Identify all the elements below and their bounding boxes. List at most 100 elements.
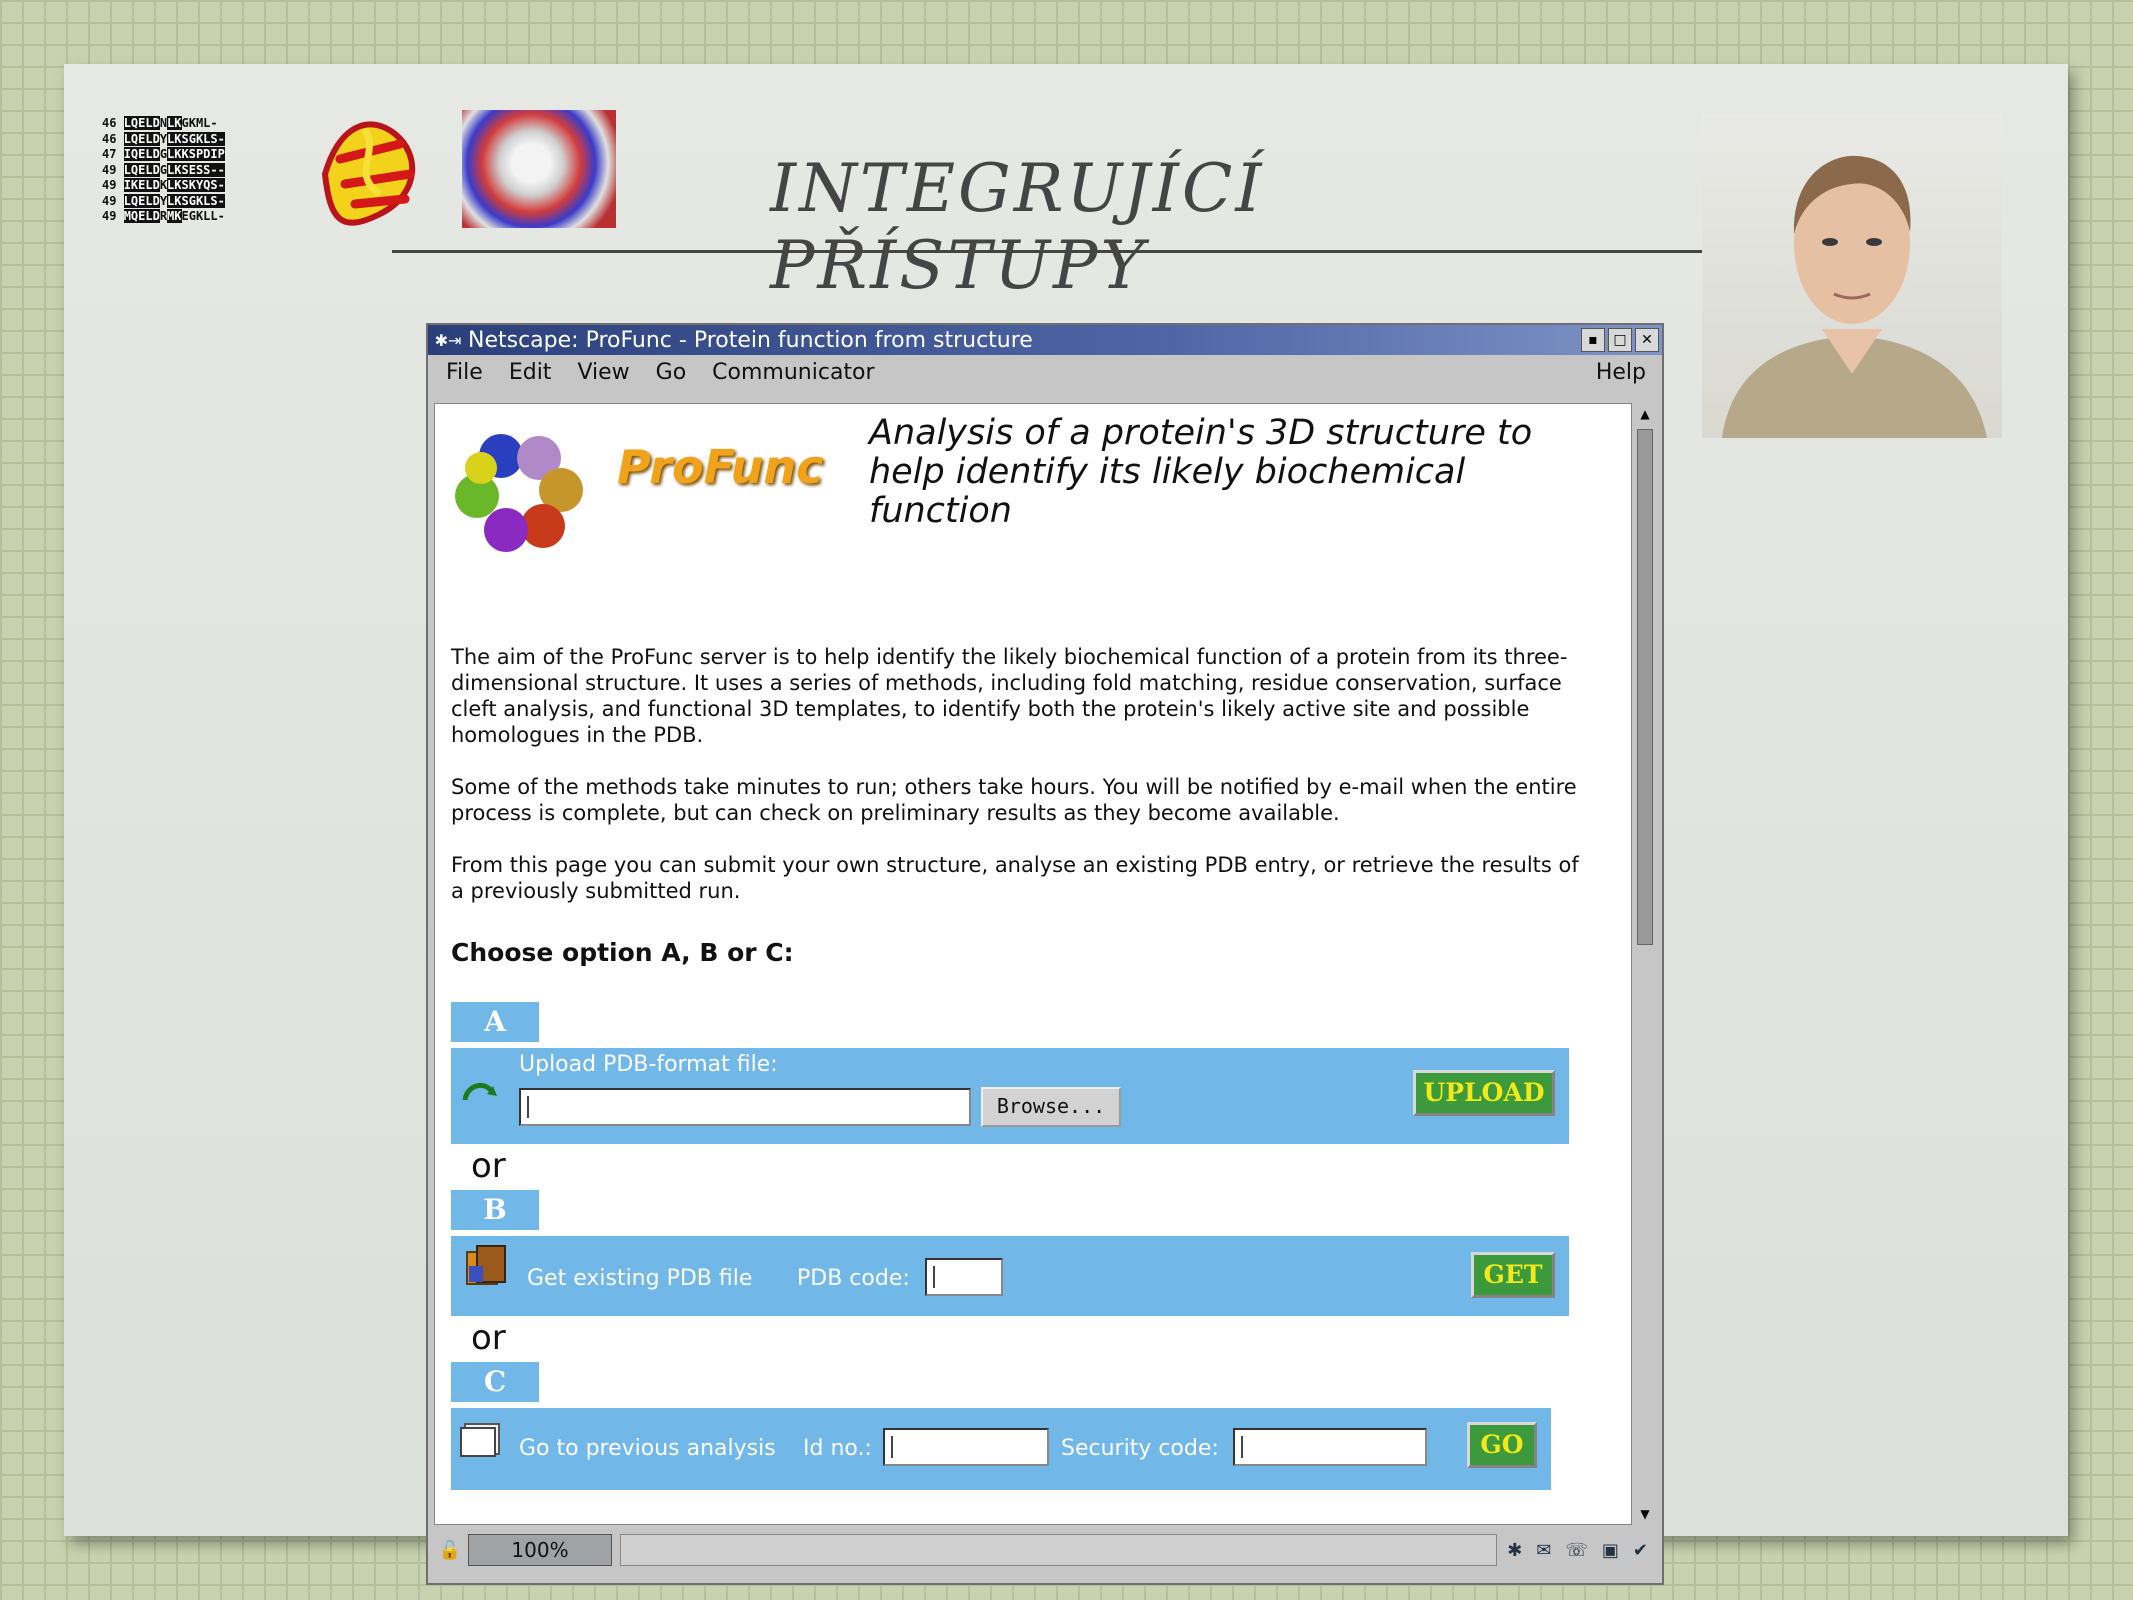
sequence-segment: K (159, 178, 168, 192)
window-title: Netscape: ProFunc - Protein function fro… (468, 327, 1033, 353)
navigator-icon[interactable]: ✱ (1507, 1540, 1522, 1561)
protein-surface-image (462, 110, 616, 228)
document-icon (460, 1423, 500, 1457)
sequence-position: 47 (102, 147, 124, 161)
close-button[interactable]: ✕ (1635, 328, 1659, 352)
sequence-segment: LQELD (123, 116, 160, 130)
option-b-label: B (451, 1190, 539, 1230)
sequence-segment: G (159, 147, 168, 161)
mail-icon[interactable]: ✉ (1536, 1540, 1551, 1561)
sequence-segment: KML- (188, 116, 218, 130)
intro-paragraph-3: From this page you can submit your own s… (451, 853, 1579, 903)
option-c-label: C (451, 1362, 539, 1402)
go-button[interactable]: GO (1467, 1422, 1537, 1468)
menu-communicator[interactable]: Communicator (712, 360, 874, 385)
security-lock-icon[interactable]: 🔓 (432, 1540, 468, 1561)
id-no-label: Id no.: (803, 1436, 872, 1461)
check-icon[interactable]: ✔ (1633, 1540, 1648, 1561)
sequence-row: 49 MQELDRMKEGKLL- (102, 209, 292, 225)
sequence-position: 46 (102, 116, 124, 130)
scroll-down-arrow-icon[interactable]: ▼ (1636, 1505, 1654, 1523)
scrollbar-thumb[interactable] (1637, 429, 1653, 945)
sequence-row: 47 IQELDGLKKSPDIP (102, 147, 292, 163)
protein-ribbon-image (321, 121, 416, 226)
sequence-row: 46 LQELDNLKGKML- (102, 116, 292, 132)
sequence-segment: IKELD (123, 178, 160, 192)
sequence-segment: LKSGKLS- (167, 193, 225, 208)
sequence-segment: G (181, 116, 189, 130)
choose-option-heading: Choose option A, B or C: (451, 938, 794, 967)
sequence-row: 49 IKELDKLKSKYQS- (102, 178, 292, 194)
menu-file[interactable]: File (446, 360, 483, 385)
scroll-up-arrow-icon[interactable]: ▲ (1636, 405, 1654, 423)
sequence-row: 49 LQELDGLKSESS-- (102, 162, 292, 179)
sequence-segment: LQELD (123, 162, 160, 177)
vertical-scrollbar[interactable]: ▲ ▼ (1634, 403, 1656, 1525)
sequence-position: 49 (102, 209, 124, 223)
upload-button[interactable]: UPLOAD (1413, 1070, 1555, 1116)
sequence-row: 49 LQELDYLKSGKLS- (102, 193, 292, 210)
option-b-panel: Get existing PDB file PDB code: GET (451, 1236, 1569, 1316)
presenter-photo (1702, 114, 2002, 438)
sequence-alignment-image: 46 LQELDNLKGKML- 46 LQELDYLKSGKLS- 47 IQEL… (102, 116, 292, 225)
menu-help[interactable]: Help (1596, 360, 1646, 385)
sequence-segment: MK (167, 209, 182, 223)
browse-button[interactable]: Browse... (981, 1087, 1121, 1127)
sequence-segment: LKKSPDIP (167, 147, 225, 161)
id-no-input[interactable] (883, 1428, 1049, 1466)
upload-arrow-icon (462, 1083, 497, 1101)
menu-go[interactable]: Go (656, 360, 687, 385)
component-bar: ✱ ✉ ☏ ▣ ✔ (1497, 1540, 1658, 1561)
security-code-label: Security code: (1061, 1436, 1219, 1461)
page-tagline: Analysis of a protein's 3D structure to … (869, 413, 1533, 531)
option-a-label: A (451, 1002, 539, 1042)
title-underline (392, 250, 1702, 253)
intro-paragraph-2: Some of the methods take minutes to run;… (451, 775, 1577, 825)
pdb-code-label: PDB code: (797, 1266, 910, 1291)
sequence-segment: LQELD (123, 193, 160, 208)
status-bar: 🔓 100% ✱ ✉ ☏ ▣ ✔ (432, 1531, 1658, 1569)
sequence-segment: Y (159, 131, 168, 146)
sequence-segment: LKSESS-- (167, 162, 225, 177)
pdb-code-input[interactable] (925, 1258, 1003, 1296)
sequence-position: 49 (102, 178, 124, 192)
sequence-position: 46 (102, 131, 124, 146)
folder-icon (466, 1245, 506, 1285)
get-button[interactable]: GET (1471, 1252, 1555, 1298)
intro-paragraph-1: The aim of the ProFunc server is to help… (451, 645, 1568, 747)
previous-analysis-prompt: Go to previous analysis (519, 1436, 776, 1461)
profunc-brand: ProFunc (617, 440, 824, 494)
sequence-segment: LK (167, 116, 182, 130)
window-menu-icon[interactable]: ✱⇥ (428, 331, 468, 350)
option-a-panel: Upload PDB-format file: Browse... UPLOAD (451, 1048, 1569, 1144)
sequence-segment: IQELD (123, 147, 160, 161)
window-titlebar[interactable]: ✱⇥ Netscape: ProFunc - Protein function … (428, 325, 1662, 355)
or-separator-1: or (471, 1146, 506, 1186)
status-message-area (620, 1534, 1498, 1566)
sequence-segment: LQELD (123, 131, 160, 146)
upload-file-input[interactable] (519, 1088, 971, 1126)
sequence-segment: LKSKYQS- (167, 178, 225, 192)
sequence-position: 49 (102, 162, 124, 177)
sequence-segment: N (159, 116, 168, 130)
menu-bar: File Edit View Go Communicator Help (428, 355, 1662, 389)
maximize-button[interactable]: □ (1608, 328, 1632, 352)
option-c-panel: Go to previous analysis Id no.: Security… (451, 1408, 1551, 1490)
minimize-button[interactable]: ▪ (1581, 328, 1605, 352)
sequence-segment: MQELD (123, 209, 160, 223)
sequence-segment: G (159, 162, 168, 177)
composer-icon[interactable]: ▣ (1602, 1540, 1619, 1561)
get-pdb-prompt: Get existing PDB file (527, 1266, 753, 1291)
sequence-position: 49 (102, 193, 124, 208)
menu-edit[interactable]: Edit (509, 360, 552, 385)
security-code-input[interactable] (1233, 1428, 1427, 1466)
slide-title: INTEGRUJÍCÍ PŘÍSTUPY (770, 150, 1265, 304)
discussion-icon[interactable]: ☏ (1565, 1540, 1588, 1561)
sequence-segment: LKSGKLS- (167, 131, 225, 146)
sequence-row: 46 LQELDYLKSGKLS- (102, 131, 292, 148)
sequence-segment: Y (159, 193, 168, 208)
profunc-logo-image (455, 434, 583, 552)
menu-view[interactable]: View (577, 360, 629, 385)
zoom-level: 100% (468, 1534, 612, 1566)
page-content: ProFunc Analysis of a protein's 3D struc… (434, 403, 1632, 1525)
